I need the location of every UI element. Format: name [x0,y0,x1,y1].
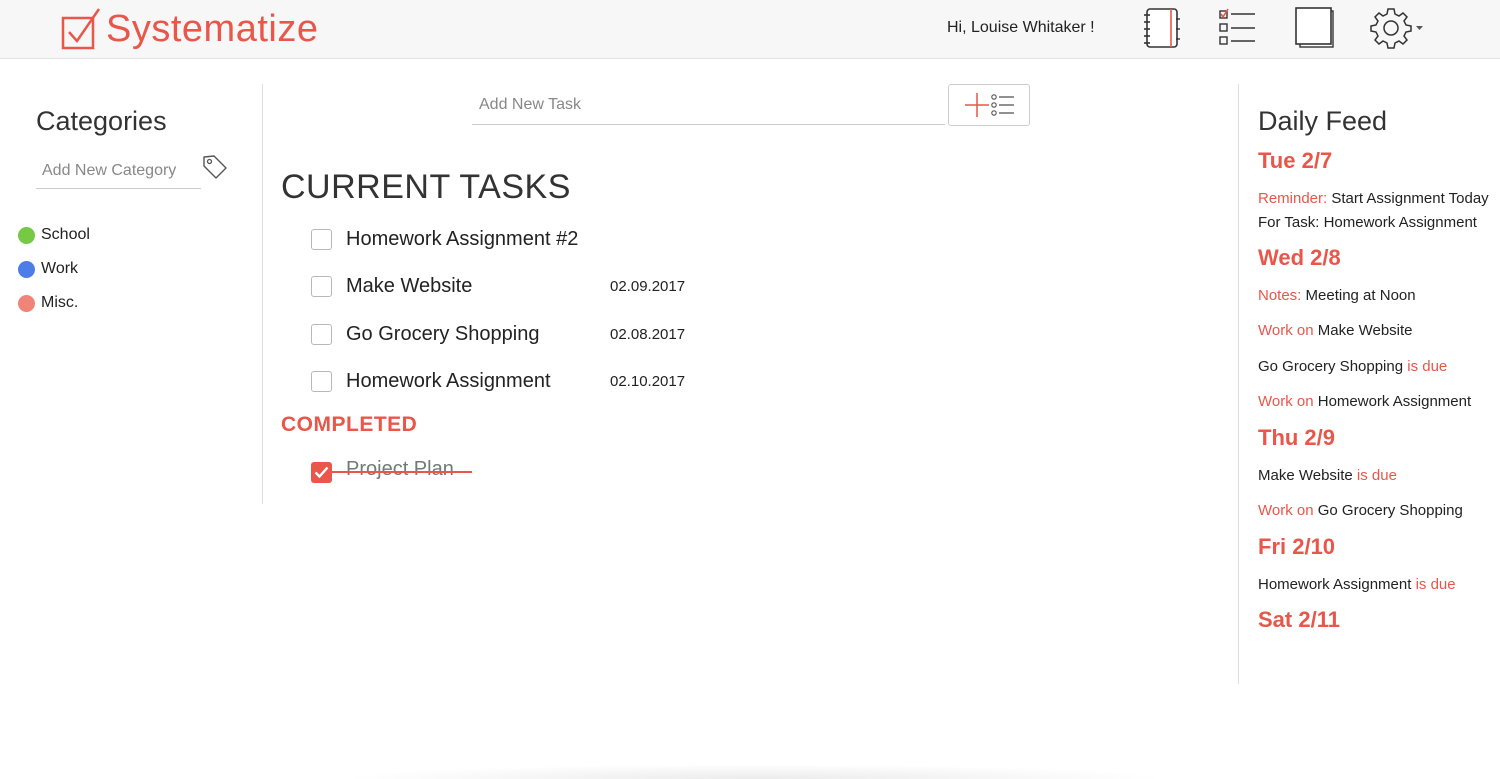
notebook-icon[interactable] [1142,5,1182,51]
feed-entry-text: Go Grocery Shopping [1258,358,1404,375]
add-task-button[interactable] [948,84,1030,126]
feed-entry-text: Make Website [1258,467,1353,484]
task-checkbox[interactable] [311,323,332,345]
feed-day-heading: Wed 2/8 [1258,245,1341,270]
task-row: Go Grocery Shopping 02.08.2017 [311,311,911,358]
top-bar: Systematize Hi, Louise Whitaker ! [0,0,1500,59]
feed-day-heading: Sat 2/11 [1258,607,1340,632]
feed-entry-text: Meeting at Noon [1301,287,1416,304]
feed-day-heading: Tue 2/7 [1258,148,1333,173]
feed-entry[interactable]: Work on Homework Assignment [1258,393,1471,410]
task-row: Homework Assignment #2 [311,216,911,263]
user-greeting: Hi, Louise Whitaker ! [947,19,1095,36]
category-item-work[interactable]: Work [18,252,90,286]
feed-entry-text: For Task: Homework Assignment [1258,214,1477,231]
feed-entry-suffix: is due [1403,358,1448,375]
add-task-input[interactable] [472,86,945,125]
feed-entry[interactable]: Work on Go Grocery Shopping [1258,502,1463,519]
completed-checkbox[interactable] [311,461,332,483]
feed-entry[interactable]: Notes: Meeting at Noon [1258,287,1416,304]
task-name[interactable]: Homework Assignment [346,370,551,393]
add-category-input[interactable] [36,154,201,189]
feed-entry[interactable]: Reminder: Start Assignment Today [1258,190,1489,207]
checkmark-icon [314,466,329,478]
task-due-date: 02.10.2017 [610,373,686,391]
task-row: Homework Assignment 02.10.2017 [311,358,911,405]
feed-entry[interactable]: For Task: Homework Assignment [1258,214,1477,231]
categories-title: Categories [36,106,167,136]
feed-entry-text: Go Grocery Shopping [1313,502,1463,519]
feed-entry[interactable]: Go Grocery Shopping is due [1258,358,1447,375]
feed-entry-suffix: is due [1352,467,1397,484]
completed-task-row: Project Plan [311,458,511,484]
daily-feed-panel: Daily Feed Tue 2/7 Reminder: Start Assig… [1238,84,1500,684]
feed-day-heading: Thu 2/9 [1258,425,1336,450]
category-label: School [41,226,90,243]
completed-task-name[interactable]: Project Plan [346,458,454,481]
gear-icon[interactable] [1370,6,1426,50]
task-name[interactable]: Homework Assignment #2 [346,228,578,251]
sticky-notes-icon[interactable] [1292,5,1338,51]
task-row: Make Website 02.09.2017 [311,263,911,310]
feed-entry[interactable]: Homework Assignment is due [1258,576,1456,593]
checkbox-logo-icon [61,8,101,50]
category-list: School Work Misc. [18,218,90,320]
tasks-panel: CURRENT TASKS Homework Assignment #2 Mak… [263,84,1238,504]
category-label: Misc. [41,294,79,311]
feed-entry-prefix: Reminder: [1258,190,1328,207]
task-checkbox[interactable] [311,276,332,298]
category-color-dot [18,260,35,278]
chevron-down-icon [1416,26,1423,30]
tag-icon[interactable] [202,154,228,185]
category-item-school[interactable]: School [18,218,90,252]
feed-entry-prefix: Work on [1258,502,1314,519]
current-tasks-title: CURRENT TASKS [281,168,571,206]
feed-entry-text: Start Assignment Today [1327,190,1489,207]
feed-day-heading: Fri 2/10 [1258,534,1336,559]
task-name[interactable]: Make Website [346,275,472,298]
feed-entry-text: Homework Assignment [1258,576,1412,593]
category-color-dot [18,226,35,244]
daily-feed-title: Daily Feed [1258,106,1388,136]
feed-entry[interactable]: Work on Make Website [1258,322,1413,339]
completed-title: COMPLETED [281,413,418,436]
feed-entry[interactable]: Make Website is due [1258,467,1397,484]
app-logo[interactable]: Systematize [60,4,318,54]
task-due-date: 02.09.2017 [610,278,686,296]
feed-entry-prefix: Work on [1258,393,1314,410]
category-color-dot [18,294,35,312]
feed-entry-text: Make Website [1313,322,1413,339]
feed-entry-prefix: Notes: [1258,287,1302,304]
feed-entry-suffix: is due [1411,576,1456,593]
app-name: Systematize [106,7,319,50]
bottom-shadow [340,764,1170,779]
feed-entry-prefix: Work on [1258,322,1314,339]
category-item-misc[interactable]: Misc. [18,286,90,320]
task-due-date: 02.08.2017 [610,325,686,343]
add-list-icon [965,93,1014,117]
settings-menu[interactable] [1370,5,1426,51]
strikethrough-line [330,471,472,473]
checklist-icon[interactable] [1216,5,1258,51]
categories-panel: Categories School Work Misc. [0,84,263,504]
category-label: Work [41,260,79,277]
task-checkbox[interactable] [311,371,332,393]
current-task-list: Homework Assignment #2 Make Website 02.0… [311,216,911,405]
task-name[interactable]: Go Grocery Shopping [346,323,539,346]
feed-entry-text: Homework Assignment [1313,393,1472,410]
task-checkbox[interactable] [311,229,332,251]
